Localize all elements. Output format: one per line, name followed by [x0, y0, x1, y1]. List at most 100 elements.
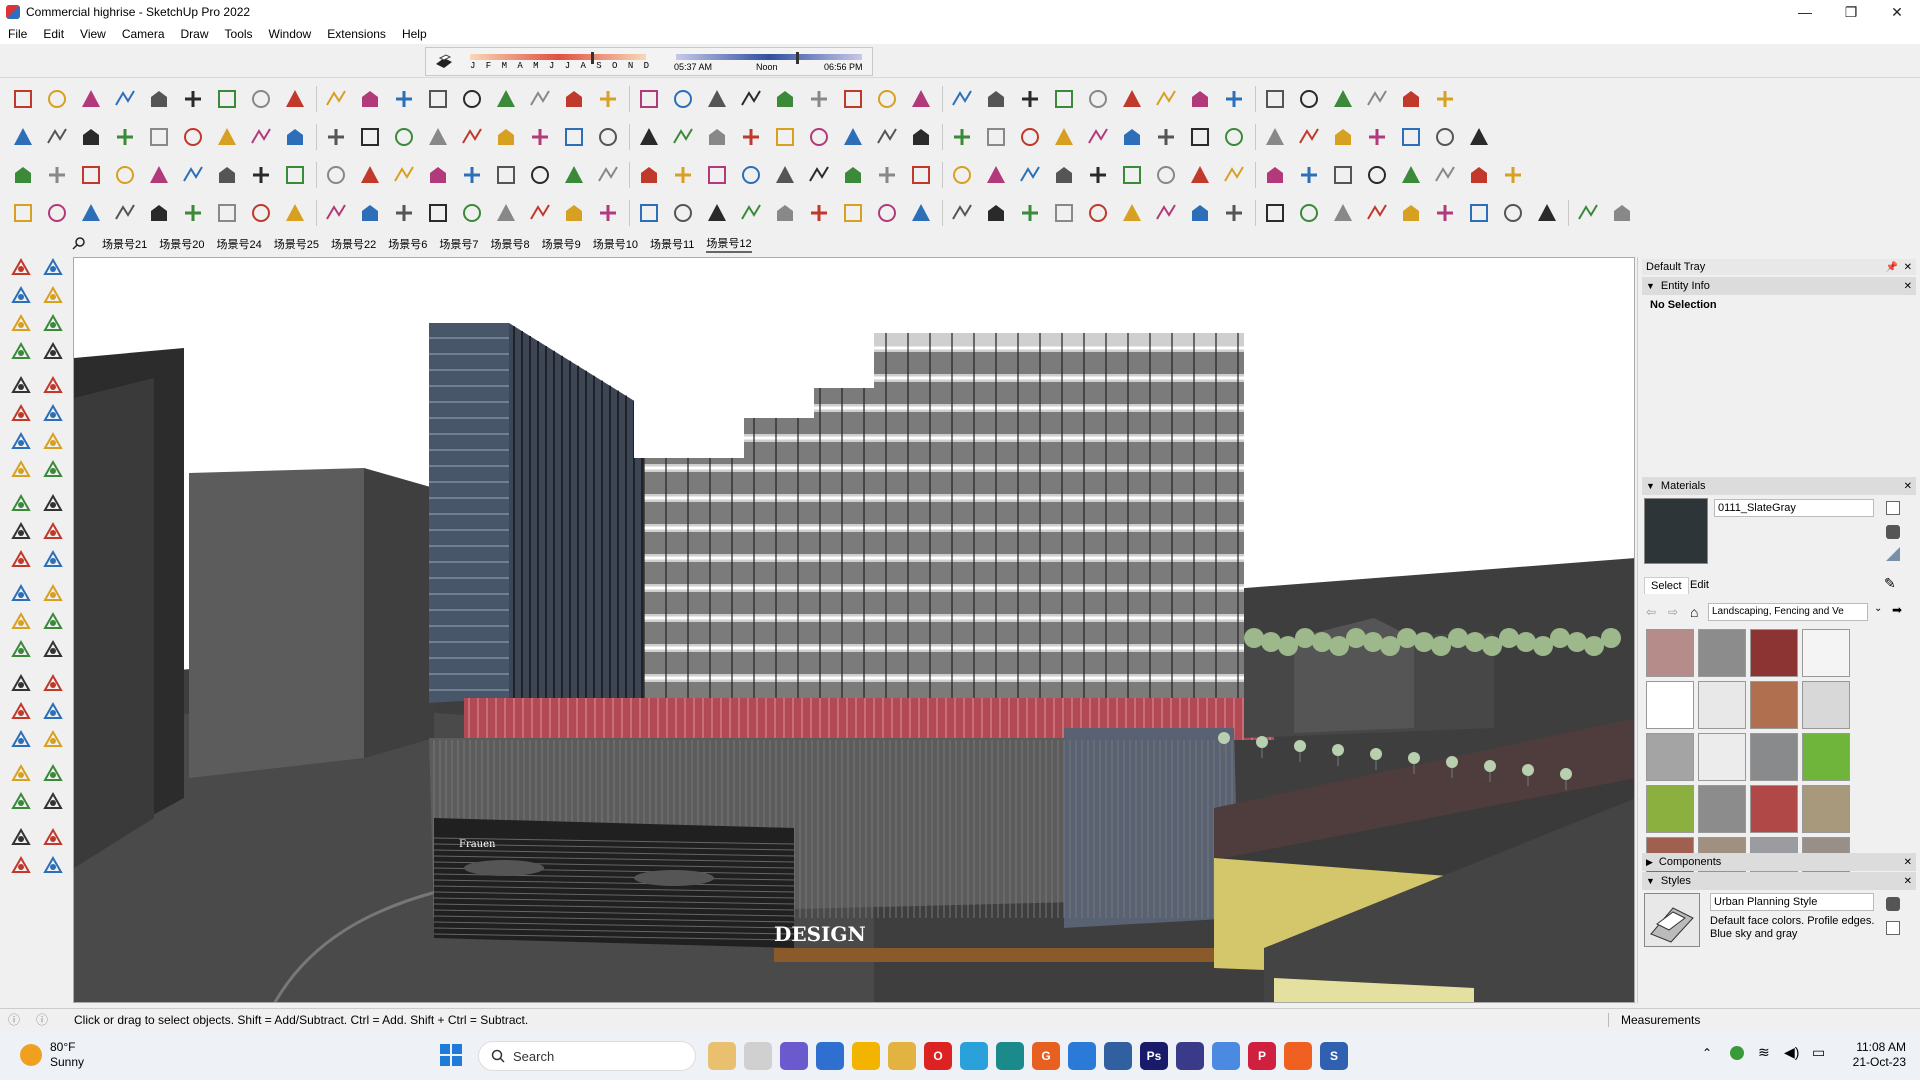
toolbar-tool-icon[interactable] — [704, 162, 730, 188]
toolbar-tool-icon[interactable] — [874, 86, 900, 112]
taskbar-app-icon[interactable] — [1104, 1042, 1132, 1070]
toolbar-tool-icon[interactable] — [493, 162, 519, 188]
taskbar-app-icon[interactable] — [816, 1042, 844, 1070]
toolbar-tool-icon[interactable] — [357, 162, 383, 188]
toolbar-tool-icon[interactable] — [670, 86, 696, 112]
toolbar-tool-icon[interactable] — [1153, 162, 1179, 188]
left-tool-icon[interactable] — [6, 786, 36, 816]
close-panel-icon[interactable]: ✕ — [1904, 876, 1912, 887]
toolbar-tool-icon[interactable] — [704, 86, 730, 112]
toolbar-tool-icon[interactable] — [1296, 124, 1322, 150]
geo-location-icon[interactable]: ⓘ — [8, 1011, 20, 1028]
scene-tab-active[interactable]: 场景号12 — [706, 235, 752, 253]
material-swatch[interactable] — [1646, 785, 1694, 833]
menu-draw[interactable]: Draw — [173, 27, 217, 41]
toolbar-tool-icon[interactable] — [949, 162, 975, 188]
pin-icon[interactable]: 📌 — [1886, 262, 1898, 273]
toolbar-tool-icon[interactable] — [282, 86, 308, 112]
toolbar-tool-icon[interactable] — [704, 124, 730, 150]
toolbar-tool-icon[interactable] — [214, 124, 240, 150]
toolbar-tool-icon[interactable] — [112, 86, 138, 112]
toolbar-tool-icon[interactable] — [527, 124, 553, 150]
toolbar-tool-icon[interactable] — [636, 200, 662, 226]
toolbar-tool-icon[interactable] — [595, 124, 621, 150]
toolbar-tool-icon[interactable] — [1466, 124, 1492, 150]
toolbar-tool-icon[interactable] — [1153, 200, 1179, 226]
toolbar-tool-icon[interactable] — [840, 162, 866, 188]
close-panel-icon[interactable]: ✕ — [1904, 281, 1912, 292]
toolbar-tool-icon[interactable] — [738, 124, 764, 150]
left-tool-icon[interactable] — [6, 488, 36, 518]
toolbar-tool-icon[interactable] — [1119, 162, 1145, 188]
toolbar-tool-icon[interactable] — [874, 200, 900, 226]
taskbar-app-icon[interactable] — [1284, 1042, 1312, 1070]
toolbar-tool-icon[interactable] — [1466, 162, 1492, 188]
toolbar-tool-icon[interactable] — [1119, 200, 1145, 226]
toolbar-tool-icon[interactable] — [1398, 162, 1424, 188]
toolbar-tool-icon[interactable] — [1500, 162, 1526, 188]
left-tool-icon[interactable] — [38, 336, 68, 366]
toolbar-tool-icon[interactable] — [527, 162, 553, 188]
scene-tab[interactable]: 场景号20 — [159, 236, 204, 252]
toolbar-tool-icon[interactable] — [1364, 86, 1390, 112]
left-tool-icon[interactable] — [6, 850, 36, 880]
materials-tab-edit[interactable]: Edit — [1690, 579, 1709, 591]
toolbar-tool-icon[interactable] — [10, 124, 36, 150]
toolbar-tool-icon[interactable] — [425, 86, 451, 112]
toolbar-tool-icon[interactable] — [806, 200, 832, 226]
toolbar-tool-icon[interactable] — [10, 162, 36, 188]
toolbar-tool-icon[interactable] — [1330, 162, 1356, 188]
toolbar-tool-icon[interactable] — [282, 200, 308, 226]
time-slider-thumb[interactable] — [796, 52, 799, 64]
left-tool-icon[interactable] — [38, 454, 68, 484]
search-scenes-icon[interactable] — [72, 236, 90, 253]
left-tool-icon[interactable] — [38, 758, 68, 788]
scene-tab[interactable]: 场景号11 — [650, 236, 694, 252]
toolbar-tool-icon[interactable] — [983, 124, 1009, 150]
toolbar-tool-icon[interactable] — [1432, 86, 1458, 112]
material-swatch[interactable] — [1698, 733, 1746, 781]
left-tool-icon[interactable] — [6, 454, 36, 484]
toolbar-tool-icon[interactable] — [180, 162, 206, 188]
toolbar-tool-icon[interactable] — [493, 200, 519, 226]
material-swatch[interactable] — [1646, 681, 1694, 729]
toolbar-tool-icon[interactable] — [1187, 124, 1213, 150]
toolbar-tool-icon[interactable] — [10, 86, 36, 112]
toolbar-tool-icon[interactable] — [1262, 200, 1288, 226]
toolbar-tool-icon[interactable] — [1432, 200, 1458, 226]
toolbar-tool-icon[interactable] — [391, 124, 417, 150]
toolbar-tool-icon[interactable] — [1262, 162, 1288, 188]
toolbar-tool-icon[interactable] — [772, 200, 798, 226]
toolbar-tool-icon[interactable] — [840, 200, 866, 226]
toolbar-tool-icon[interactable] — [1051, 124, 1077, 150]
toolbar-tool-icon[interactable] — [1153, 124, 1179, 150]
toolbar-tool-icon[interactable] — [772, 162, 798, 188]
maximize-button[interactable]: ❐ — [1828, 0, 1874, 24]
toolbar-tool-icon[interactable] — [949, 200, 975, 226]
left-tool-icon[interactable] — [38, 544, 68, 574]
left-tool-icon[interactable] — [38, 370, 68, 400]
toolbar-tool-icon[interactable] — [112, 162, 138, 188]
toolbar-tool-icon[interactable] — [1221, 162, 1247, 188]
material-swatch[interactable] — [1802, 629, 1850, 677]
toolbar-tool-icon[interactable] — [1187, 200, 1213, 226]
scene-tab[interactable]: 场景号6 — [388, 236, 427, 252]
taskbar-app-icon[interactable]: O — [924, 1042, 952, 1070]
toolbar-tool-icon[interactable] — [180, 86, 206, 112]
toolbar-tool-icon[interactable] — [636, 162, 662, 188]
material-swatch[interactable] — [1646, 629, 1694, 677]
toolbar-tool-icon[interactable] — [561, 86, 587, 112]
material-swatch[interactable] — [1698, 629, 1746, 677]
clock[interactable]: 11:08 AM 21-Oct-23 — [1836, 1040, 1906, 1070]
update-style-icon[interactable] — [1886, 897, 1900, 911]
material-swatch[interactable] — [1802, 681, 1850, 729]
material-swatch[interactable] — [1750, 681, 1798, 729]
toolbar-tool-icon[interactable] — [214, 200, 240, 226]
network-status-icon[interactable] — [1730, 1046, 1744, 1060]
close-tray-icon[interactable]: ✕ — [1904, 262, 1912, 273]
taskbar-app-icon[interactable] — [852, 1042, 880, 1070]
toolbar-tool-icon[interactable] — [1221, 124, 1247, 150]
materials-header[interactable]: ▼ Materials ✕ — [1642, 477, 1916, 495]
toolbar-tool-icon[interactable] — [391, 86, 417, 112]
toolbar-tool-icon[interactable] — [1119, 86, 1145, 112]
